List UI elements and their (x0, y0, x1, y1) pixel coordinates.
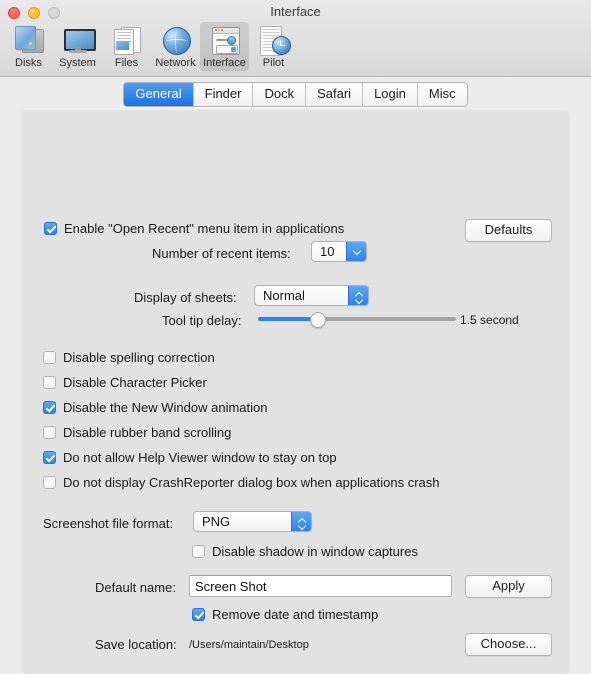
disable-spelling-label: Disable spelling correction (63, 350, 215, 365)
slider-fill (258, 317, 318, 321)
screenshot-format-label: Screenshot file format: (43, 516, 174, 531)
disable-rubber-band-checkbox[interactable] (43, 426, 56, 439)
main-toolbar: Disks System Files Network Interface Pil… (4, 22, 298, 71)
disable-shadow-row[interactable]: Disable shadow in window captures (192, 544, 418, 559)
tab-login[interactable]: Login (363, 83, 418, 106)
toolbar-label-disks: Disks (15, 57, 42, 69)
open-recent-row[interactable]: Enable "Open Recent" menu item in applic… (44, 221, 344, 236)
remove-timestamp-label: Remove date and timestamp (212, 607, 379, 622)
display-sheets-value: Normal (263, 288, 305, 303)
content-area: General Finder Dock Safari Login Misc En… (0, 77, 591, 674)
recent-items-value: 10 (320, 244, 335, 259)
screenshot-format-combo[interactable]: PNG (193, 511, 312, 532)
chevron-up-down-icon (291, 512, 311, 531)
preferences-window: Interface Disks System Files Network Int… (0, 0, 591, 674)
disable-window-animation-label: Disable the New Window animation (63, 400, 268, 415)
save-location-label: Save location: (95, 637, 177, 652)
apply-button[interactable]: Apply (465, 575, 552, 598)
toolbar-item-files[interactable]: Files (102, 22, 151, 71)
help-viewer-label: Do not allow Help Viewer window to stay … (63, 450, 337, 465)
disable-shadow-label: Disable shadow in window captures (212, 544, 418, 559)
slider-thumb[interactable] (310, 312, 327, 328)
tooltip-delay-label: Tool tip delay: (162, 313, 242, 328)
toolbar-item-network[interactable]: Network (151, 22, 200, 71)
toolbar-item-pilot[interactable]: Pilot (249, 22, 298, 71)
help-viewer-checkbox[interactable] (43, 451, 56, 464)
toolbar-item-disks[interactable]: Disks (4, 22, 53, 71)
screenshot-format-value: PNG (202, 514, 231, 529)
globe-icon (160, 24, 192, 56)
toolbar-label-files: Files (114, 57, 139, 69)
toolbar-label-pilot: Pilot (262, 57, 285, 69)
chevron-up-down-icon (348, 286, 368, 305)
chevron-down-icon (346, 242, 366, 261)
disable-character-picker-label: Disable Character Picker (63, 375, 207, 390)
tab-general[interactable]: General (124, 83, 194, 106)
clock-list-icon (258, 24, 291, 56)
recent-items-popup[interactable]: 10 (311, 241, 367, 262)
disable-spelling-checkbox[interactable] (43, 351, 56, 364)
disable-window-animation-row[interactable]: Disable the New Window animation (43, 400, 267, 415)
open-recent-label: Enable "Open Recent" menu item in applic… (64, 221, 345, 236)
display-icon (62, 24, 96, 56)
general-settings-panel: Enable "Open Recent" menu item in applic… (21, 110, 570, 674)
toolbar-label-system: System (59, 57, 96, 69)
open-recent-checkbox[interactable] (44, 222, 57, 235)
tab-dock[interactable]: Dock (253, 83, 307, 106)
toolbar-item-system[interactable]: System (53, 22, 102, 71)
display-sheets-combo[interactable]: Normal (254, 285, 369, 306)
documents-icon (111, 24, 143, 56)
disable-window-animation-checkbox[interactable] (43, 401, 56, 414)
save-location-value: /Users/maintain/Desktop (189, 639, 309, 651)
preferences-window-icon (209, 24, 241, 56)
crashreporter-label: Do not display CrashReporter dialog box … (63, 475, 440, 490)
disable-rubber-band-row[interactable]: Disable rubber band scrolling (43, 425, 231, 440)
display-sheets-label: Display of sheets: (134, 290, 237, 305)
recent-items-label: Number of recent items: (152, 246, 291, 261)
tab-safari[interactable]: Safari (306, 83, 364, 106)
help-viewer-row[interactable]: Do not allow Help Viewer window to stay … (43, 450, 337, 465)
window-titlebar: Interface Disks System Files Network Int… (0, 0, 591, 77)
tab-bar: General Finder Dock Safari Login Misc (0, 82, 591, 107)
tab-finder[interactable]: Finder (193, 83, 254, 106)
tooltip-delay-value: 1.5 second (460, 313, 519, 327)
defaults-button[interactable]: Defaults (465, 219, 552, 242)
toolbar-label-network: Network (155, 57, 196, 69)
tooltip-delay-slider[interactable] (258, 311, 456, 328)
disable-character-picker-row[interactable]: Disable Character Picker (43, 375, 207, 390)
disable-rubber-band-label: Disable rubber band scrolling (63, 425, 232, 440)
choose-button[interactable]: Choose... (465, 633, 552, 656)
crashreporter-checkbox[interactable] (43, 476, 56, 489)
disable-character-picker-checkbox[interactable] (43, 376, 56, 389)
tab-misc[interactable]: Misc (417, 83, 467, 106)
default-name-input[interactable]: Screen Shot (189, 575, 452, 597)
crashreporter-row[interactable]: Do not display CrashReporter dialog box … (43, 475, 440, 490)
window-title: Interface (270, 4, 321, 19)
default-name-label: Default name: (95, 580, 176, 595)
disable-shadow-checkbox[interactable] (192, 545, 205, 558)
hard-disk-icon (13, 24, 45, 56)
toolbar-item-interface[interactable]: Interface (200, 22, 249, 71)
remove-timestamp-row[interactable]: Remove date and timestamp (192, 607, 378, 622)
disable-spelling-row[interactable]: Disable spelling correction (43, 350, 215, 365)
remove-timestamp-checkbox[interactable] (192, 608, 205, 621)
toolbar-label-interface: Interface (203, 57, 246, 69)
